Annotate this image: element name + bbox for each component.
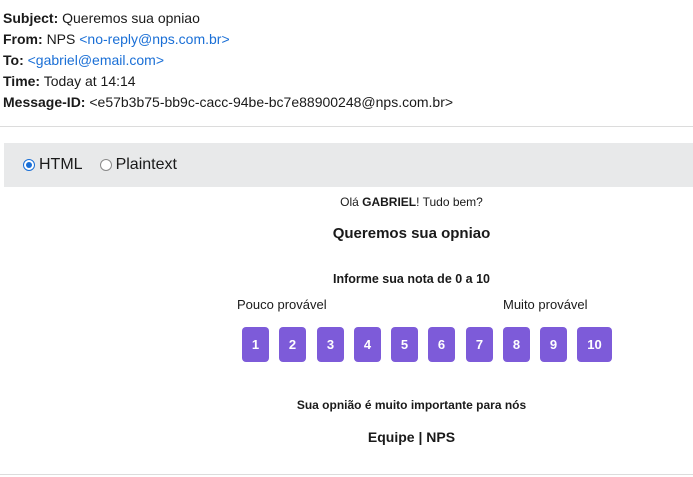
message-id-row: Message-ID: <e57b3b75-bb9c-cacc-94be-bc7…: [3, 92, 453, 113]
score-button-8[interactable]: 8: [503, 327, 530, 362]
time-row: Time: Today at 14:14: [3, 71, 453, 92]
score-button-3[interactable]: 3: [317, 327, 344, 362]
score-button-6[interactable]: 6: [428, 327, 455, 362]
to-row: To: <gabriel@email.com>: [3, 50, 453, 71]
view-toggle-bar: HTML Plaintext: [4, 143, 693, 187]
score-button-2[interactable]: 2: [279, 327, 306, 362]
html-radio[interactable]: [23, 159, 35, 171]
from-address-link[interactable]: <no-reply@nps.com.br>: [79, 31, 229, 47]
header-divider: [0, 126, 693, 127]
score-button-5[interactable]: 5: [391, 327, 418, 362]
time-value: Today at 14:14: [43, 73, 136, 89]
high-likelihood-label: Muito provável: [503, 297, 588, 312]
subject-value: Queremos sua opniao: [62, 10, 200, 26]
plaintext-radio-label: Plaintext: [115, 156, 177, 173]
message-id-value: <e57b3b75-bb9c-cacc-94be-bc7e88900248@np…: [89, 94, 454, 110]
score-button-7[interactable]: 7: [466, 327, 493, 362]
from-name: NPS: [46, 31, 76, 47]
time-label: Time:: [3, 73, 41, 89]
score-button-9[interactable]: 9: [540, 327, 567, 362]
email-headers: Subject: Queremos sua opniao From: NPS <…: [3, 8, 453, 113]
footer-divider: [0, 474, 693, 475]
greeting-name: GABRIEL: [362, 195, 417, 209]
score-buttons: 1 2 3 4 5 6 7 8 9 10: [0, 327, 693, 362]
from-row: From: NPS <no-reply@nps.com.br>: [3, 29, 453, 50]
signature: Equipe | NPS: [367, 429, 456, 445]
greeting-suffix: ! Tudo bem?: [416, 195, 483, 209]
greeting-prefix: Olá: [340, 195, 363, 209]
score-prompt: Informe sua nota de 0 a 10: [333, 272, 490, 286]
to-label: To:: [3, 52, 24, 68]
score-button-1[interactable]: 1: [242, 327, 269, 362]
subject-row: Subject: Queremos sua opniao: [3, 8, 453, 29]
from-label: From:: [3, 31, 43, 47]
email-headline: Queremos sua opniao: [332, 225, 491, 242]
plaintext-radio[interactable]: [99, 159, 112, 171]
subject-label: Subject:: [3, 10, 59, 26]
message-id-label: Message-ID:: [3, 94, 86, 110]
closing-text: Sua opnião é muito importante para nós: [296, 398, 527, 412]
low-likelihood-label: Pouco provável: [237, 297, 327, 312]
greeting: Olá GABRIEL! Tudo bem?: [0, 195, 693, 209]
html-radio-label: HTML: [39, 156, 83, 173]
plaintext-view-option[interactable]: Plaintext: [99, 156, 177, 174]
score-button-10[interactable]: 10: [577, 327, 612, 362]
score-button-4[interactable]: 4: [354, 327, 381, 362]
to-address-link[interactable]: <gabriel@email.com>: [28, 52, 164, 68]
html-view-option[interactable]: HTML: [23, 156, 83, 174]
